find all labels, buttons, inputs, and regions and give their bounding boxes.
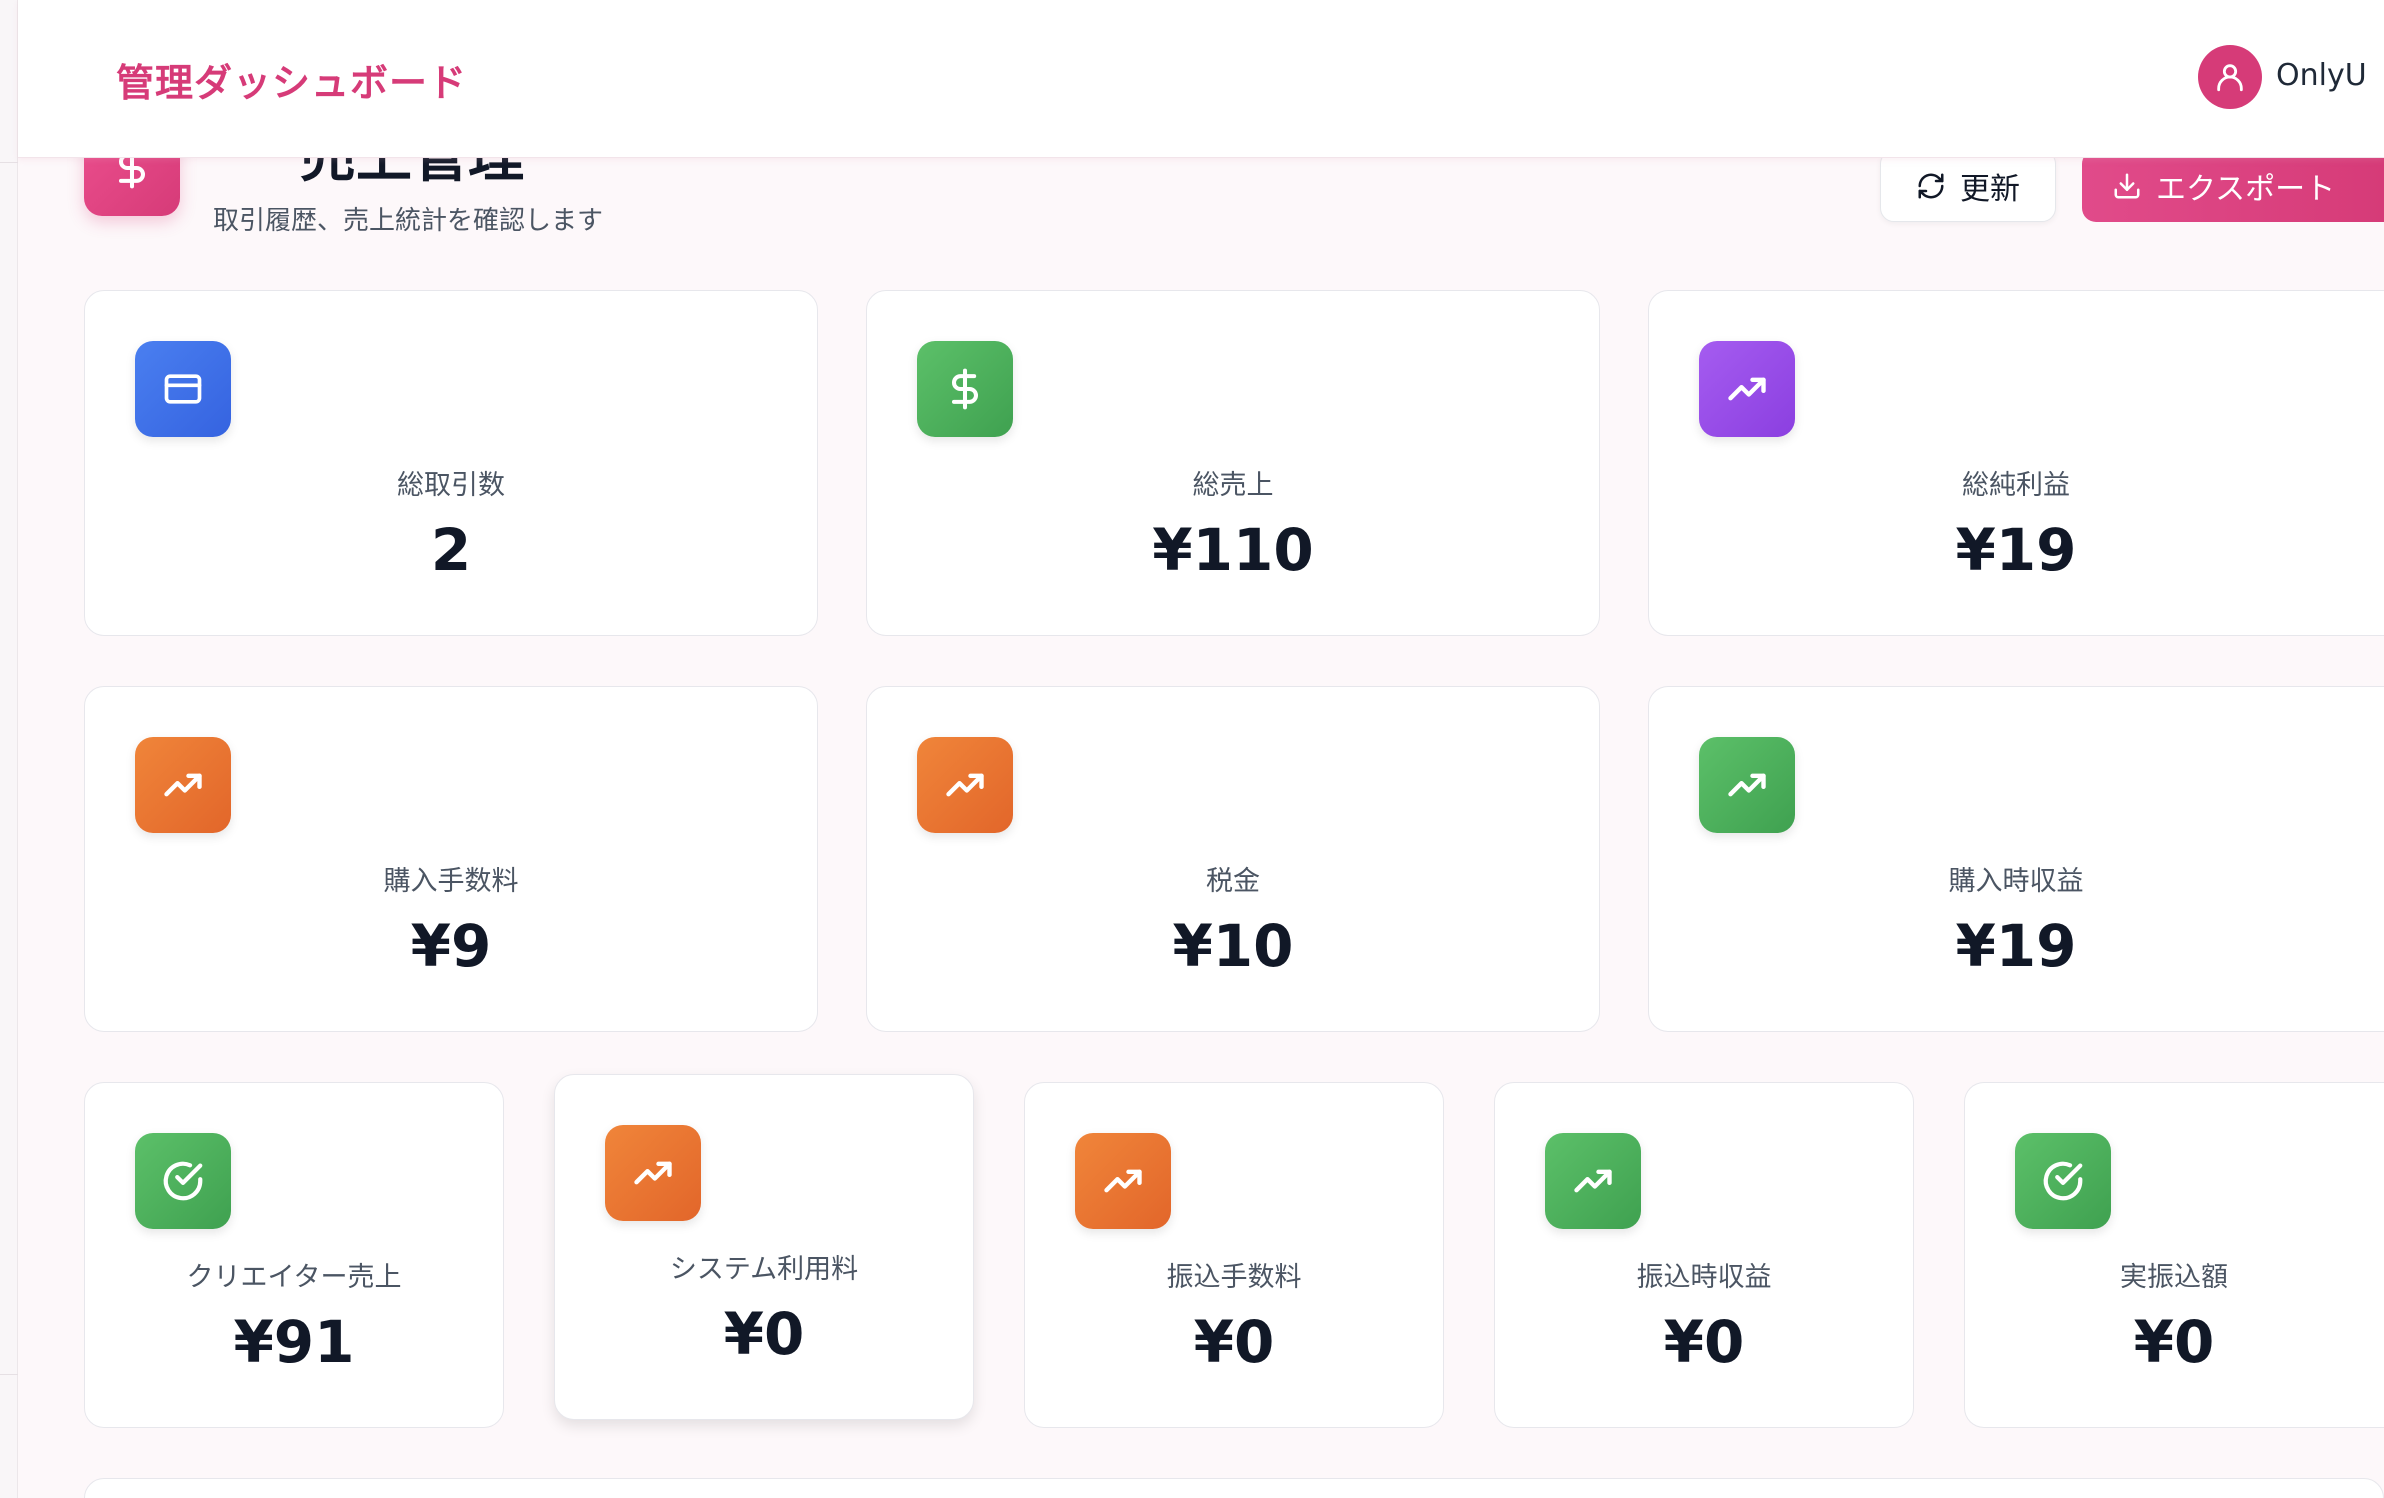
refresh-icon	[1918, 173, 1944, 199]
stat-label: 税金	[1206, 866, 1260, 897]
check-circle-icon	[135, 1133, 231, 1229]
stat-card-total-net-profit: 総純利益 ¥19	[1648, 290, 2384, 636]
credit-card-icon	[135, 341, 231, 437]
refresh-button[interactable]: 更新	[1880, 150, 2056, 222]
check-circle-icon	[2015, 1133, 2111, 1229]
sidebar-divider	[0, 162, 18, 163]
stat-value: ¥19	[1955, 912, 2077, 980]
export-button[interactable]: エクスポート	[2082, 150, 2384, 222]
username[interactable]: OnlyU	[2276, 58, 2367, 93]
sidebar-divider	[0, 1374, 18, 1375]
brand-title[interactable]: 管理ダッシュボード	[116, 52, 467, 107]
download-icon	[2114, 173, 2140, 199]
stat-value: ¥0	[1193, 1308, 1275, 1376]
export-label: エクスポート	[2156, 172, 2336, 207]
stat-value: ¥9	[410, 912, 492, 980]
stat-value: 2	[430, 516, 472, 584]
stat-card-tax: 税金 ¥10	[866, 686, 1600, 1032]
stat-label: 振込時収益	[1636, 1262, 1772, 1293]
stat-value: ¥0	[2133, 1308, 2215, 1376]
trending-up-icon	[1545, 1133, 1641, 1229]
stat-card-total-sales: 総売上 ¥110	[866, 290, 1600, 636]
page-subtitle: 取引履歴、売上統計を確認します	[213, 206, 604, 236]
stat-label: 実振込額	[2120, 1262, 2228, 1293]
stat-value: ¥91	[233, 1308, 355, 1376]
stat-label: 総取引数	[397, 470, 505, 501]
stat-label: 購入手数料	[383, 866, 519, 897]
stat-card-creator-sales: クリエイター売上 ¥91	[84, 1082, 504, 1428]
stat-label: 振込手数料	[1166, 1262, 1302, 1293]
transactions-panel	[84, 1478, 2384, 1498]
stat-value: ¥19	[1955, 516, 2077, 584]
stat-card-purchase-fee: 購入手数料 ¥9	[84, 686, 818, 1032]
stat-value: ¥0	[723, 1300, 805, 1368]
stat-value: ¥0	[1663, 1308, 1745, 1376]
page: 売上管理 取引履歴、売上統計を確認します 更新 エクスポート 管理ダッシュボード…	[0, 0, 2384, 1498]
stat-label: クリエイター売上	[186, 1262, 402, 1293]
top-bar: 管理ダッシュボード OnlyU	[18, 0, 2384, 158]
stat-value: ¥110	[1152, 516, 1314, 584]
trending-up-icon	[917, 737, 1013, 833]
stat-label: 購入時収益	[1948, 866, 2084, 897]
stat-card-system-fee[interactable]: システム利用料 ¥0	[554, 1074, 974, 1420]
trending-up-icon	[135, 737, 231, 833]
dollar-icon	[917, 341, 1013, 437]
stat-label: システム利用料	[669, 1254, 859, 1285]
user-icon	[2217, 64, 2243, 92]
stat-label: 総売上	[1192, 470, 1274, 501]
stat-label: 総純利益	[1962, 470, 2070, 501]
stat-value: ¥10	[1172, 912, 1294, 980]
sidebar-edge	[0, 0, 18, 1498]
stat-card-actual-transfer: 実振込額 ¥0	[1964, 1082, 2384, 1428]
refresh-label: 更新	[1960, 172, 2020, 207]
trending-up-icon	[1075, 1133, 1171, 1229]
stat-card-transfer-revenue: 振込時収益 ¥0	[1494, 1082, 1914, 1428]
trending-up-icon	[605, 1125, 701, 1221]
stat-card-transfer-fee: 振込手数料 ¥0	[1024, 1082, 1444, 1428]
stat-card-total-transactions: 総取引数 2	[84, 290, 818, 636]
trending-up-icon	[1699, 341, 1795, 437]
trending-up-icon	[1699, 737, 1795, 833]
avatar[interactable]	[2198, 45, 2262, 109]
stat-card-purchase-revenue: 購入時収益 ¥19	[1648, 686, 2384, 1032]
